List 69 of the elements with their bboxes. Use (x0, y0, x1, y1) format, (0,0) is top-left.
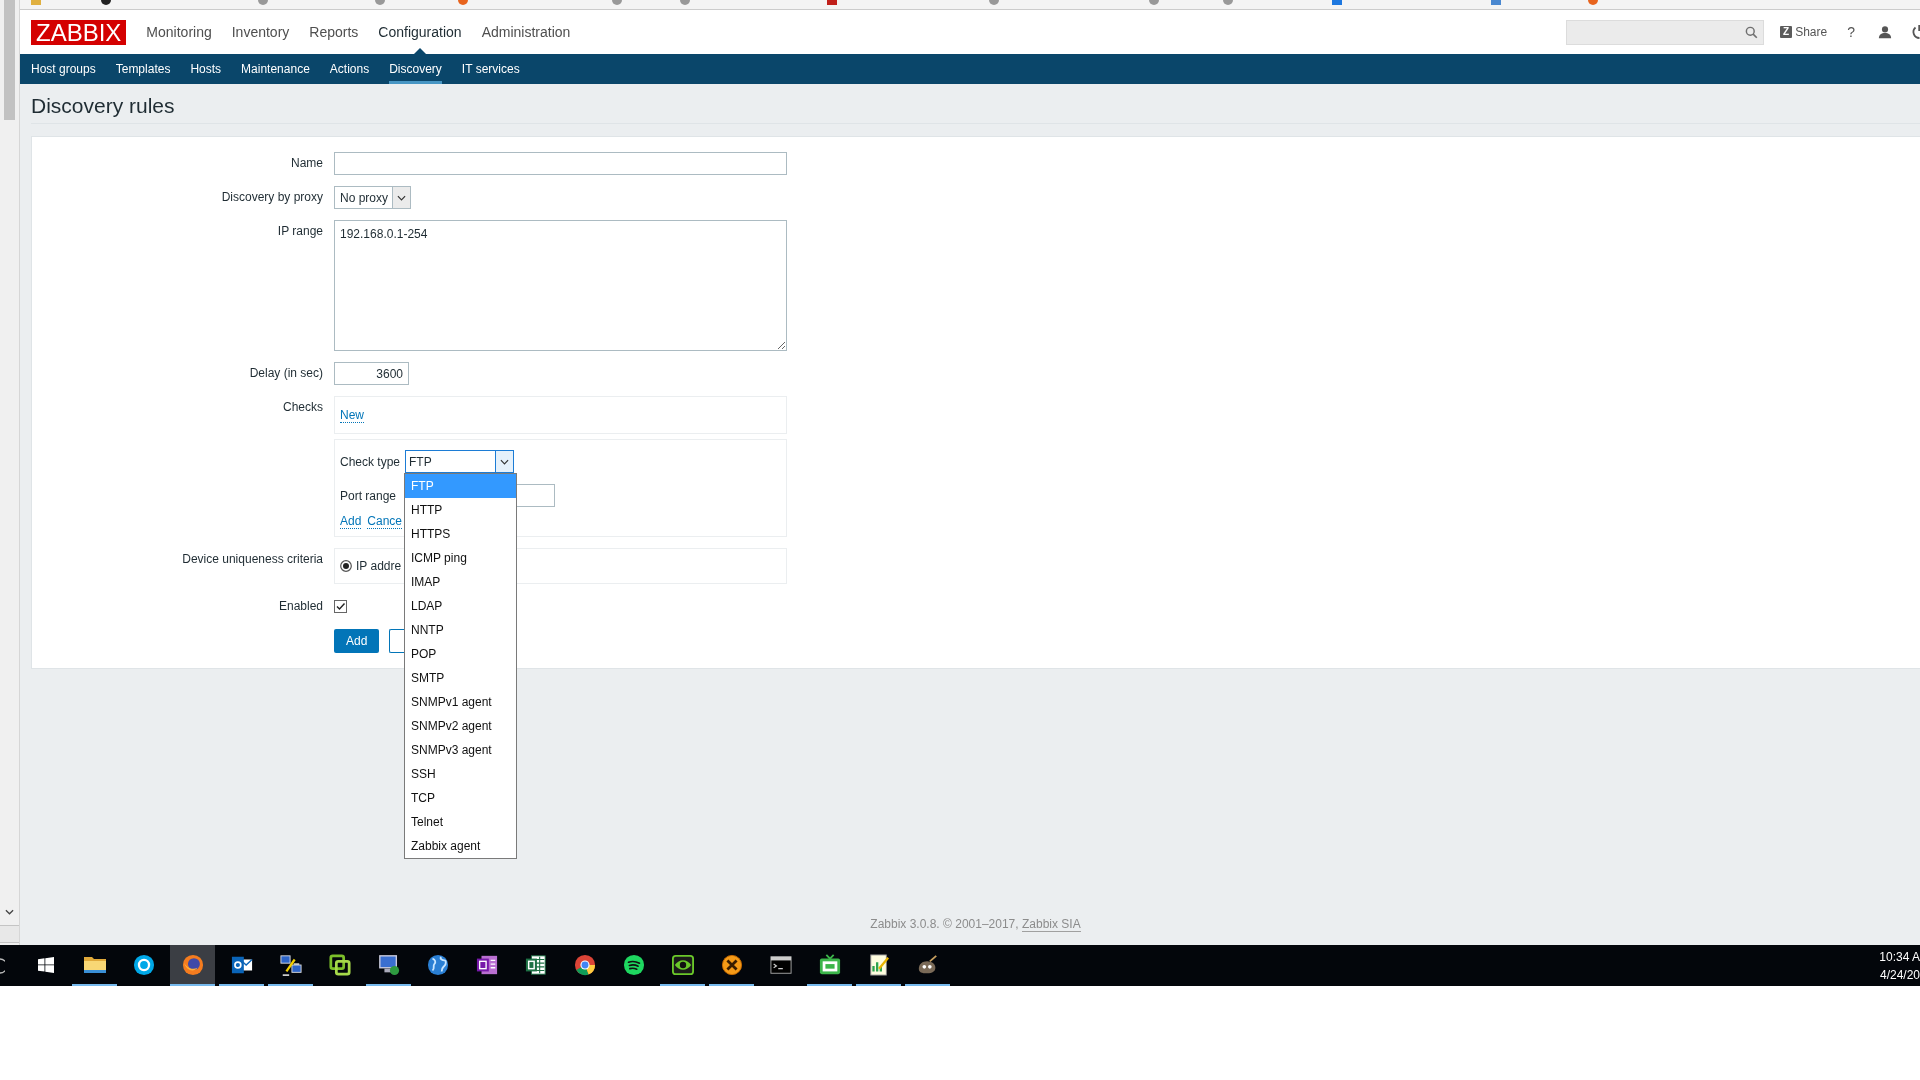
sub-navigation-tab[interactable]: Hosts (190, 54, 222, 84)
select-field[interactable]: No proxy (334, 186, 411, 209)
clock-date[interactable]: 4/24/20 (1879, 965, 1920, 984)
windows-logo-icon (37, 956, 54, 973)
field-label: Check type (340, 453, 402, 471)
search-field[interactable] (1566, 19, 1765, 45)
notebook-icon (475, 953, 498, 976)
primary-button[interactable]: Add (334, 629, 380, 653)
chevron-down-icon[interactable] (5, 909, 14, 915)
nav-menu-item[interactable]: Monitoring (136, 10, 222, 54)
footer-text: Zabbix 3.0.8. © 2001–2017, Zabbix SIA (869, 917, 1082, 934)
nav-menu-item[interactable]: Reports (299, 10, 369, 54)
orb-app-icon (181, 953, 204, 976)
computers-icon (279, 953, 302, 976)
field-label: Enabled (277, 598, 323, 615)
field-label: Name (290, 155, 323, 172)
eye-icon (671, 953, 694, 976)
sub-navigation-tab[interactable]: Actions (329, 54, 370, 84)
sub-navigation-tab[interactable]: Host groups (31, 54, 96, 84)
field-label: IP range (276, 223, 323, 240)
text-field[interactable] (334, 152, 787, 175)
tv-icon (818, 953, 841, 976)
user-icon[interactable] (1878, 25, 1892, 39)
page-title: Discovery rules (31, 93, 175, 118)
sub-navigation-tab[interactable]: Templates (115, 54, 171, 84)
mascot-icon (916, 953, 939, 976)
spreadsheet-icon (524, 953, 547, 976)
text-area[interactable]: 192.168.0.1-254 (334, 220, 787, 351)
select-field[interactable]: FTP (405, 450, 514, 473)
field-label: Delay (in sec) (248, 365, 323, 382)
chart-document-icon (867, 953, 890, 976)
sub-navigation-tab[interactable]: IT services (461, 54, 520, 84)
share-logo: Z (1780, 26, 1793, 38)
monitor-icon (377, 953, 400, 976)
text-link[interactable]: Cance (367, 513, 403, 529)
field-label: Discovery by proxy (220, 189, 323, 206)
number-field[interactable]: 3600 (334, 362, 409, 385)
waves-circle-icon (622, 953, 645, 976)
terminal-icon (769, 953, 792, 976)
bookmark-icon[interactable] (101, 0, 111, 5)
squares-icon (328, 953, 351, 976)
text-link[interactable]: Add (340, 513, 362, 529)
text-link[interactable]: New (340, 407, 364, 423)
checkbox[interactable] (334, 600, 347, 613)
field-label: Port range (340, 487, 398, 505)
sub-navigation-tab[interactable]: Maintenance (241, 54, 310, 84)
field-label: Device uniqueness criteria (181, 551, 323, 568)
ring-icon[interactable] (0, 957, 5, 974)
logo[interactable]: ZABBIX (31, 19, 127, 45)
clock-time[interactable]: 10:34 A (1879, 947, 1920, 966)
globe-icon (426, 953, 449, 976)
color-wheel-icon (573, 953, 596, 976)
search-icon[interactable] (1745, 25, 1759, 39)
ring-app-icon (132, 953, 155, 976)
scrollbar[interactable] (0, 0, 20, 945)
folder-icon (82, 954, 107, 975)
power-icon[interactable] (1911, 24, 1920, 40)
help-button[interactable]: ? (1847, 21, 1855, 43)
scrollbar-thumb[interactable] (4, 0, 15, 120)
nav-menu-item[interactable]: Administration (471, 10, 581, 54)
chevron-down-icon[interactable] (495, 451, 513, 472)
share-button[interactable]: Z Share (1780, 23, 1828, 41)
chevron-down-icon[interactable] (392, 187, 410, 208)
x-circle-icon (720, 953, 743, 976)
secondary-button[interactable] (389, 629, 405, 653)
nav-menu-item[interactable]: Configuration (368, 10, 472, 54)
nav-menu-item[interactable]: Inventory (221, 10, 300, 54)
radio-option[interactable]: IP addre (340, 557, 402, 575)
field-label: Checks (282, 399, 323, 416)
